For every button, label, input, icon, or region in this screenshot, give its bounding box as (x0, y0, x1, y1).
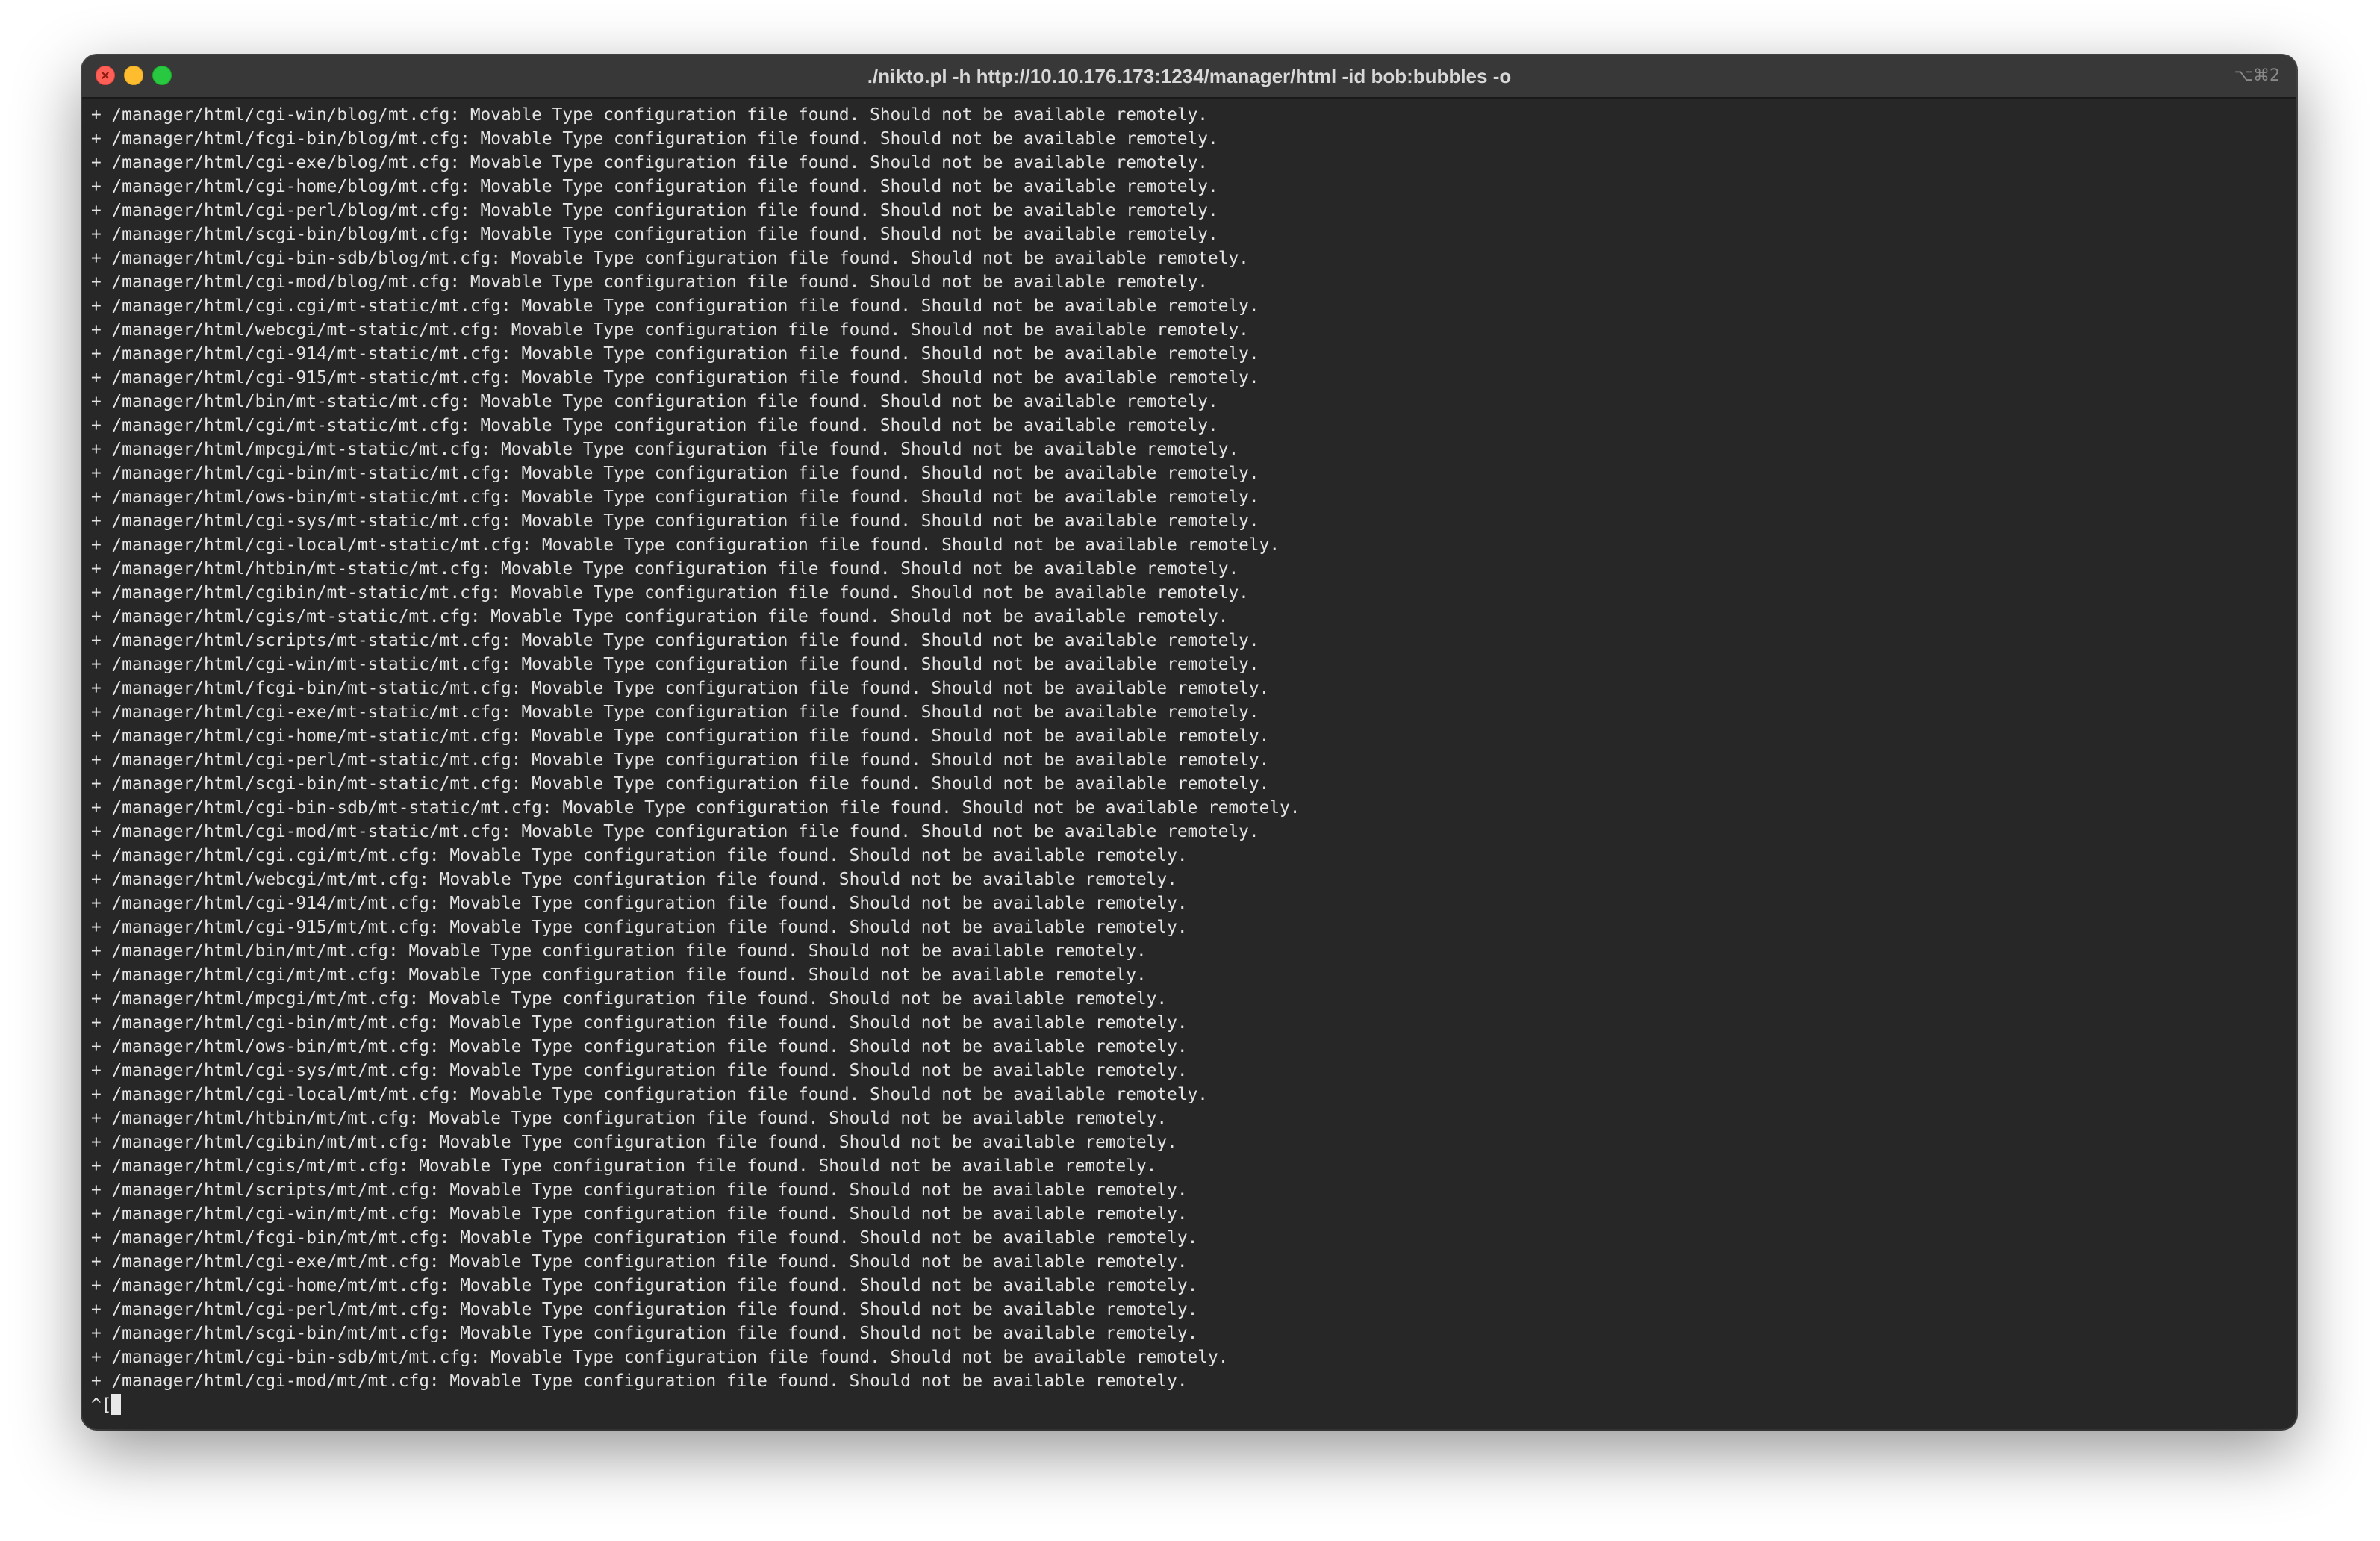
terminal-line: + /manager/html/ows-bin/mt/mt.cfg: Movab… (91, 1037, 1188, 1056)
terminal-line: + /manager/html/cgi-bin-sdb/mt-static/mt… (91, 798, 1300, 818)
terminal-line: + /manager/html/cgi-perl/blog/mt.cfg: Mo… (91, 201, 1218, 220)
terminal-line: + /manager/html/cgi-local/mt/mt.cfg: Mov… (91, 1085, 1209, 1104)
prompt-text: ^[ (91, 1395, 112, 1415)
terminal-line: + /manager/html/cgi-914/mt-static/mt.cfg… (91, 344, 1259, 364)
terminal-line: + /manager/html/cgi-bin-sdb/blog/mt.cfg:… (91, 249, 1249, 268)
terminal-line: + /manager/html/htbin/mt/mt.cfg: Movable… (91, 1109, 1168, 1128)
terminal-line: + /manager/html/cgi-home/blog/mt.cfg: Mo… (91, 177, 1218, 196)
terminal-line: + /manager/html/cgi/mt-static/mt.cfg: Mo… (91, 416, 1218, 435)
terminal-line: + /manager/html/cgi-915/mt-static/mt.cfg… (91, 368, 1259, 387)
terminal-line: + /manager/html/fcgi-bin/blog/mt.cfg: Mo… (91, 129, 1218, 149)
terminal-line: + /manager/html/cgis/mt/mt.cfg: Movable … (91, 1156, 1157, 1176)
terminal-line: + /manager/html/cgibin/mt-static/mt.cfg:… (91, 583, 1249, 603)
terminal-line: + /manager/html/webcgi/mt/mt.cfg: Movabl… (91, 870, 1177, 889)
terminal-line: + /manager/html/bin/mt/mt.cfg: Movable T… (91, 941, 1147, 961)
terminal-line: + /manager/html/cgi.cgi/mt/mt.cfg: Movab… (91, 846, 1188, 865)
terminal-line: + /manager/html/cgi-mod/blog/mt.cfg: Mov… (91, 273, 1209, 292)
terminal-line: + /manager/html/mpcgi/mt/mt.cfg: Movable… (91, 989, 1168, 1009)
text-cursor (111, 1394, 122, 1415)
terminal-line: + /manager/html/cgi-local/mt-static/mt.c… (91, 535, 1280, 555)
terminal-line: + /manager/html/cgi-bin/mt/mt.cfg: Movab… (91, 1013, 1188, 1033)
terminal-line: + /manager/html/cgi-mod/mt-static/mt.cfg… (91, 822, 1259, 841)
prompt-line[interactable]: ^[ (91, 1393, 2287, 1417)
title-bar[interactable]: ./nikto.pl -h http://10.10.176.173:1234/… (82, 55, 2296, 99)
terminal-line: + /manager/html/cgi-perl/mt-static/mt.cf… (91, 750, 1270, 770)
terminal-line: + /manager/html/scripts/mt/mt.cfg: Movab… (91, 1180, 1188, 1200)
terminal-line: + /manager/html/cgi-home/mt/mt.cfg: Mova… (91, 1276, 1198, 1295)
terminal-line: + /manager/html/cgi-915/mt/mt.cfg: Movab… (91, 918, 1188, 937)
terminal-line: + /manager/html/mpcgi/mt-static/mt.cfg: … (91, 440, 1239, 459)
terminal-line: + /manager/html/cgi-exe/mt-static/mt.cfg… (91, 703, 1259, 722)
terminal-line: + /manager/html/ows-bin/mt-static/mt.cfg… (91, 488, 1259, 507)
terminal-line: + /manager/html/scgi-bin/mt/mt.cfg: Mova… (91, 1324, 1198, 1343)
terminal-line: + /manager/html/cgi-mod/mt/mt.cfg: Movab… (91, 1372, 1188, 1391)
terminal-line: + /manager/html/cgi-exe/mt/mt.cfg: Movab… (91, 1252, 1188, 1271)
terminal-line: + /manager/html/fcgi-bin/mt/mt.cfg: Mova… (91, 1228, 1198, 1248)
window-title: ./nikto.pl -h http://10.10.176.173:1234/… (867, 65, 1512, 87)
terminal-line: + /manager/html/cgi-win/mt-static/mt.cfg… (91, 655, 1259, 674)
terminal-line: + /manager/html/cgi-914/mt/mt.cfg: Movab… (91, 894, 1188, 913)
terminal-line: + /manager/html/scgi-bin/mt-static/mt.cf… (91, 774, 1270, 794)
terminal-output[interactable]: + /manager/html/cgi-win/blog/mt.cfg: Mov… (91, 103, 2287, 1429)
terminal-line: + /manager/html/cgi-sys/mt-static/mt.cfg… (91, 511, 1259, 531)
terminal-line: + /manager/html/cgi-bin-sdb/mt/mt.cfg: M… (91, 1348, 1229, 1367)
terminal-line: + /manager/html/htbin/mt-static/mt.cfg: … (91, 559, 1239, 579)
terminal-line: + /manager/html/cgi-win/blog/mt.cfg: Mov… (91, 105, 1209, 125)
terminal-line: + /manager/html/cgi-perl/mt/mt.cfg: Mova… (91, 1300, 1198, 1319)
terminal-line: + /manager/html/cgi-sys/mt/mt.cfg: Movab… (91, 1061, 1188, 1080)
tab-shortcut-hint: ⌥⌘2 (2234, 66, 2280, 85)
terminal-line: + /manager/html/bin/mt-static/mt.cfg: Mo… (91, 392, 1218, 411)
terminal-line: + /manager/html/cgi/mt/mt.cfg: Movable T… (91, 965, 1147, 985)
terminal-line: + /manager/html/cgis/mt-static/mt.cfg: M… (91, 607, 1229, 626)
terminal-line: + /manager/html/cgi-bin/mt-static/mt.cfg… (91, 464, 1259, 483)
terminal-line: + /manager/html/scgi-bin/blog/mt.cfg: Mo… (91, 225, 1218, 244)
terminal-line: + /manager/html/cgi.cgi/mt-static/mt.cfg… (91, 296, 1259, 316)
terminal-line: + /manager/html/scripts/mt-static/mt.cfg… (91, 631, 1259, 650)
terminal-line: + /manager/html/webcgi/mt-static/mt.cfg:… (91, 320, 1249, 340)
terminal-line: + /manager/html/cgi-win/mt/mt.cfg: Movab… (91, 1204, 1188, 1224)
terminal-line: + /manager/html/cgi-home/mt-static/mt.cf… (91, 726, 1270, 746)
terminal-window[interactable]: ./nikto.pl -h http://10.10.176.173:1234/… (82, 55, 2296, 1429)
terminal-line: + /manager/html/cgibin/mt/mt.cfg: Movabl… (91, 1133, 1177, 1152)
terminal-line: + /manager/html/fcgi-bin/mt-static/mt.cf… (91, 679, 1270, 698)
terminal-line: + /manager/html/cgi-exe/blog/mt.cfg: Mov… (91, 153, 1209, 172)
